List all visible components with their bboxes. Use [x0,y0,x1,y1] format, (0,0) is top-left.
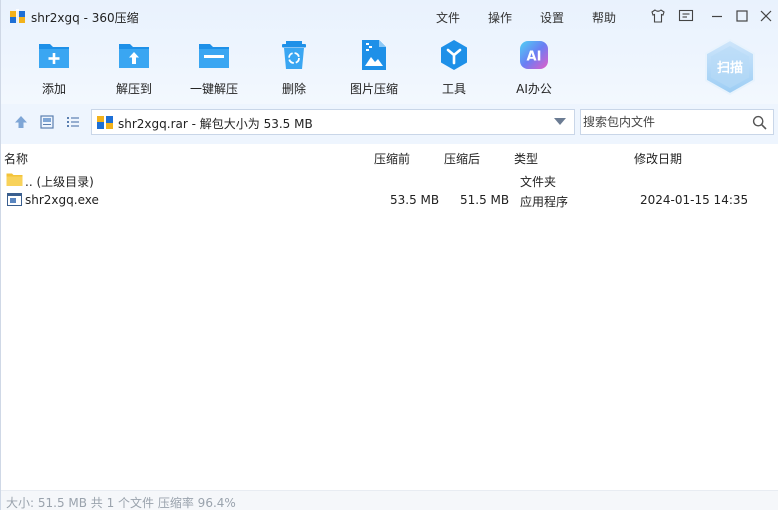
title-toolbar-area: shr2xgq - 360压缩 文件 操作 设置 帮助 添加 解压到 一键解压 … [1,0,778,104]
column-type[interactable]: 类型 [514,150,538,167]
file-type: 应用程序 [520,195,569,209]
table-row-file[interactable]: shr2xgq.exe 53.5 MB 51.5 MB 应用程序 2024-01… [1,190,778,210]
extract-to-label: 解压到 [115,82,152,96]
one-click-extract-icon [199,44,229,68]
file-modified: 2024-01-15 14:35 [640,193,749,207]
exe-icon [7,193,22,206]
folder-icon [6,173,23,186]
one-click-extract-label: 一键解压 [189,82,238,96]
feedback-icon[interactable] [678,8,694,24]
close-icon[interactable] [758,8,774,24]
path-text: shr2xgq.rar - 解包大小为 53.5 MB [118,117,313,131]
file-size-after: 51.5 MB [460,193,510,207]
up-arrow-icon[interactable] [13,114,29,130]
ai-office-label: AI办公 [516,82,552,96]
file-name: .. (上级目录) [25,175,94,189]
column-name[interactable]: 名称 [4,150,28,167]
menu-help[interactable]: 帮助 [592,9,616,26]
table-row-parent[interactable]: .. (上级目录) 文件夹 [1,170,778,190]
tools-label: 工具 [441,82,466,96]
list-view-icon[interactable] [65,114,81,130]
app-logo-icon [10,9,25,23]
app-window: shr2xgq - 360压缩 文件 操作 设置 帮助 添加 解压到 一键解压 … [0,0,778,510]
menu-operate[interactable]: 操作 [488,9,512,26]
one-click-extract-button[interactable]: 一键解压 [179,38,249,98]
ai-office-button[interactable]: AI AI办公 [499,38,569,98]
file-type: 文件夹 [520,175,557,189]
scan-button[interactable]: 扫描 [701,38,759,96]
window-title: shr2xgq - 360压缩 [31,11,139,25]
column-modified[interactable]: 修改日期 [634,150,682,167]
delete-button[interactable]: 删除 [259,38,329,98]
tools-button[interactable]: 工具 [419,38,489,98]
recycle-bin-icon [282,41,306,69]
delete-label: 删除 [281,82,306,96]
ai-icon-text: AI [527,50,542,65]
column-compressed-before[interactable]: 压缩前 [374,150,410,167]
image-compress-button[interactable]: 图片压缩 [339,38,409,98]
image-compress-label: 图片压缩 [349,82,398,96]
extract-to-button[interactable]: 解压到 [99,38,169,98]
ai-office-icon: AI [520,41,548,69]
path-dropdown[interactable]: shr2xgq.rar - 解包大小为 53.5 MB [91,109,575,135]
thumbnail-view-icon[interactable] [39,114,55,130]
column-header: 名称 压缩前 压缩后 类型 修改日期 [1,146,778,168]
maximize-icon[interactable] [734,8,750,24]
column-compressed-after[interactable]: 压缩后 [444,150,480,167]
add-button[interactable]: 添加 [19,38,89,98]
search-box[interactable] [580,109,774,135]
menu-file[interactable]: 文件 [436,9,460,26]
add-label: 添加 [41,82,66,96]
chevron-down-icon[interactable] [554,118,566,126]
status-bar: 大小: 51.5 MB 共 1 个文件 压缩率 96.4% [1,490,778,510]
search-icon[interactable] [752,115,767,130]
extract-to-icon [119,44,149,68]
tools-icon [441,40,467,70]
file-size-before: 53.5 MB [390,193,440,207]
menu-settings[interactable]: 设置 [540,9,564,26]
status-text: 大小: 51.5 MB 共 1 个文件 压缩率 96.4% [6,496,236,510]
file-name: shr2xgq.exe [25,193,99,207]
skin-icon[interactable] [650,8,666,24]
minimize-icon[interactable] [709,8,725,24]
add-icon [39,44,69,68]
image-compress-icon [362,40,386,70]
search-input[interactable] [583,113,745,131]
scan-label: 扫描 [717,60,743,76]
archive-icon [97,115,113,129]
